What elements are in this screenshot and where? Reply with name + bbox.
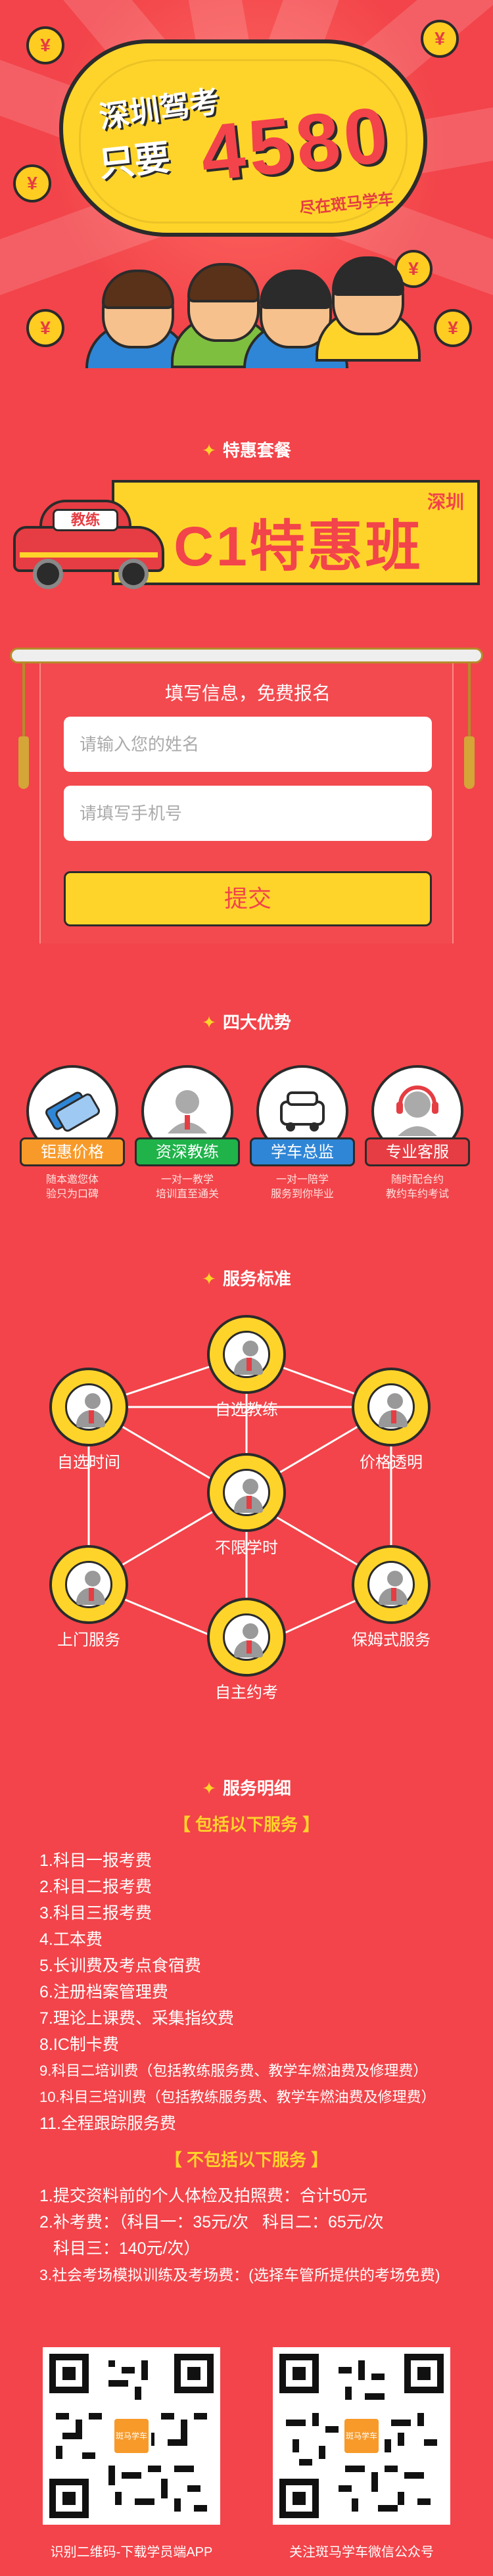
included-title: 【 包括以下服务 】 — [173, 1815, 320, 1834]
node-door-icon — [49, 1545, 128, 1624]
person-head — [332, 256, 404, 335]
list-item: 科目三：140元/次） — [39, 2239, 200, 2258]
advantage-label: 钜惠价格 — [20, 1137, 125, 1166]
form-title: 填写信息，免费报名 — [164, 683, 331, 704]
qr-code-app[interactable]: 斑马学车 — [43, 2347, 220, 2525]
list-item: 2.科目二报考费 — [39, 1878, 152, 1896]
advantage-desc: 一对一教学 培训直至通关 — [155, 1174, 219, 1200]
package-ribbon: 深圳 C1特惠班 — [112, 480, 480, 585]
landing-page: ¥ ¥ ¥ ¥ ¥ ¥ 深圳驾考 只要 4580 尽在斑马学车 ✦ 特惠套餐 深圳… — [0, 0, 493, 2576]
advantage-label: 学车总监 — [250, 1137, 355, 1166]
advantages-title: ✦ 四大优势 — [202, 1013, 291, 1032]
scroll-rod — [10, 648, 483, 663]
person-head — [187, 263, 260, 342]
name-input[interactable] — [64, 717, 432, 772]
advantage-desc: 随本邀您体 验只为口碑 — [45, 1174, 99, 1200]
advantage-label: 资深教练 — [135, 1137, 240, 1166]
node-label: 保姆式服务 — [352, 1631, 431, 1649]
node-nanny-icon — [352, 1545, 431, 1624]
car-icon: 教练 — [13, 493, 164, 589]
signup-form: 填写信息，免费报名 提交 — [39, 661, 454, 943]
sparkle-icon: ✦ — [202, 1013, 216, 1032]
sparkle-icon: ✦ — [202, 441, 216, 460]
advantage-desc: 随时配合约 教约车约考试 — [385, 1174, 449, 1200]
sparkle-icon: ✦ — [202, 1778, 216, 1798]
package-section-title: ✦ 特惠套餐 — [202, 441, 291, 460]
service-standard-network: 自选教练 自选时间 价格透明 不限学时 上门服务 保姆式服务 自主约考 — [0, 1308, 493, 1716]
list-item: 1.提交资料前的个人体检及拍照费：合计50元 — [39, 2187, 367, 2205]
wheel-icon — [33, 559, 63, 589]
coin-icon: ¥ — [13, 164, 51, 203]
hero-headline-only: 只要 — [97, 137, 172, 185]
advantage-service: 专业客服 随时配合约 教约车约考试 — [365, 1065, 470, 1200]
advantage-director: 学车总监 一对一陪学 服务到你毕业 — [250, 1065, 355, 1200]
list-item: 5.长训费及考点食宿费 — [39, 1957, 201, 1975]
excluded-list: 1.提交资料前的个人体检及拍照费：合计50元 2.补考费：（科目一：35元/次 … — [39, 2183, 440, 2288]
wheel-icon — [118, 559, 149, 589]
qr-logo: 斑马学车 — [112, 2416, 151, 2456]
node-label: 自主约考 — [215, 1684, 278, 1702]
node-price-icon — [352, 1368, 431, 1446]
advantage-label: 专业客服 — [365, 1137, 470, 1166]
coin-icon: ¥ — [26, 309, 64, 347]
list-item: 9.科目二培训费（包括教练服务费、教学车燃油费及修理费） — [39, 2063, 428, 2079]
phone-input[interactable] — [64, 786, 432, 841]
list-item: 6.注册档案管理费 — [39, 1983, 168, 2001]
submit-button[interactable]: 提交 — [64, 871, 432, 926]
coin-icon: ¥ — [26, 26, 64, 64]
list-item: 1.科目一报考费 — [39, 1851, 152, 1870]
service-detail-title: ✦ 服务明细 — [202, 1778, 291, 1798]
tassel-right — [464, 651, 475, 796]
qr-logo: 斑马学车 — [342, 2416, 381, 2456]
node-label: 自选时间 — [57, 1454, 120, 1471]
qr-caption-app: 识别二维码-下载学员端APP — [50, 2545, 213, 2560]
list-item: 3.社会考场模拟训练及考场费：(选择车管所提供的考场免费) — [39, 2266, 440, 2283]
advantage-price: 钜惠价格 随本邀您体 验只为口碑 — [20, 1065, 125, 1200]
excluded-title: 【 不包括以下服务 】 — [164, 2150, 329, 2170]
car-sign: 教练 — [53, 509, 118, 531]
tassel-left — [18, 651, 29, 796]
list-item: 3.科目三报考费 — [39, 1904, 152, 1922]
node-label: 上门服务 — [57, 1631, 120, 1649]
list-item: 11.全程跟踪服务费 — [39, 2114, 176, 2133]
node-time-icon — [49, 1368, 128, 1446]
advantage-coach: 资深教练 一对一教学 培训直至通关 — [135, 1065, 240, 1200]
advantage-desc: 一对一陪学 服务到你毕业 — [270, 1174, 334, 1200]
qr-caption-wechat: 关注斑马学车微信公众号 — [289, 2545, 434, 2560]
node-label: 价格透明 — [360, 1454, 423, 1471]
list-item: 7.理论上课费、采集指纹费 — [39, 2009, 234, 2028]
coin-icon: ¥ — [434, 309, 472, 347]
qr-code-wechat[interactable]: 斑马学车 — [273, 2347, 450, 2525]
package-title: C1特惠班 — [174, 515, 423, 577]
package-banner: 深圳 C1特惠班 教练 — [13, 467, 480, 598]
node-hours-icon — [207, 1453, 286, 1532]
node-coach-icon — [207, 1315, 286, 1394]
node-label: 不限学时 — [215, 1539, 278, 1557]
list-item: 2.补考费：（科目一：35元/次 科目二：65元/次 — [39, 2213, 384, 2231]
list-item: 4.工本费 — [39, 1930, 103, 1949]
person-head — [102, 270, 174, 348]
service-standard-title: ✦ 服务标准 — [202, 1269, 291, 1289]
included-list: 1.科目一报考费 2.科目二报考费 3.科目三报考费 4.工本费 5.长训费及考… — [39, 1848, 436, 2137]
node-exam-icon — [207, 1598, 286, 1677]
sparkle-icon: ✦ — [202, 1269, 216, 1289]
list-item: 8.IC制卡费 — [39, 2036, 119, 2054]
hero-banner: ¥ ¥ ¥ ¥ ¥ ¥ 深圳驾考 只要 4580 尽在斑马学车 — [0, 0, 493, 368]
node-label: 自选教练 — [215, 1401, 278, 1419]
list-item: 10.科目三培训费（包括教练服务费、教学车燃油费及修理费） — [39, 2089, 436, 2105]
coin-icon: ¥ — [421, 20, 459, 58]
